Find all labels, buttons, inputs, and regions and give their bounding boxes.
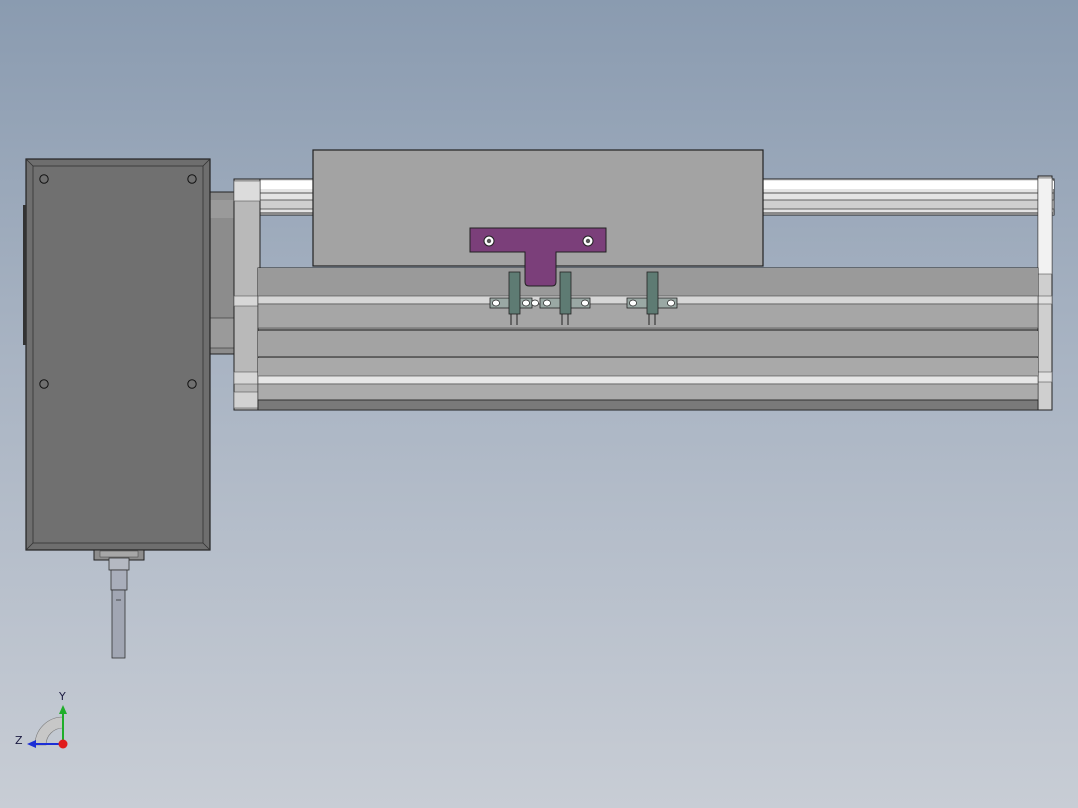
axis-z-label: Z bbox=[15, 734, 23, 747]
axis-y-label: Y bbox=[58, 690, 66, 703]
cad-viewport[interactable]: Y Z bbox=[0, 0, 1078, 808]
cad-model-scene[interactable]: Y Z bbox=[0, 0, 1078, 808]
actuator-right-end-plate bbox=[1037, 175, 1053, 411]
coordinate-triad-icon: Y Z bbox=[15, 690, 68, 749]
actuator-left-end-plate bbox=[233, 178, 261, 411]
motor-cable-connector bbox=[93, 549, 145, 659]
motor-housing bbox=[23, 158, 211, 551]
